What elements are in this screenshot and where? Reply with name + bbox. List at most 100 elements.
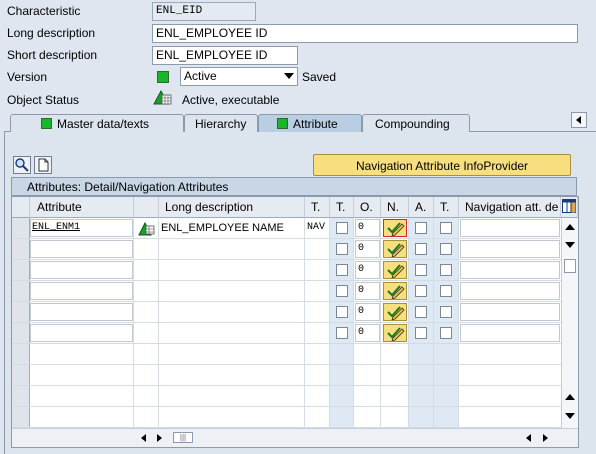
long-description-cell: ENL_EMPLOYEE NAME bbox=[161, 222, 284, 234]
time-dependent-checkbox[interactable] bbox=[336, 285, 348, 297]
scroll-left-icon[interactable] bbox=[141, 434, 146, 442]
authorization-checkbox[interactable] bbox=[415, 222, 427, 234]
column-header-long-description[interactable]: Long description bbox=[159, 197, 305, 218]
row-selector[interactable] bbox=[12, 323, 30, 343]
row-selector[interactable] bbox=[12, 386, 30, 406]
scroll-right-icon[interactable] bbox=[157, 434, 162, 442]
version-dropdown[interactable]: Active bbox=[180, 67, 298, 86]
scroll-left-icon[interactable] bbox=[526, 434, 531, 442]
tab-hierarchy[interactable]: Hierarchy bbox=[184, 114, 258, 132]
type-cell bbox=[305, 324, 330, 342]
order-input[interactable]: 0 bbox=[355, 219, 380, 237]
time-dependent-checkbox[interactable] bbox=[336, 327, 348, 339]
attribute-input[interactable] bbox=[30, 324, 133, 342]
column-header-order[interactable]: O. bbox=[354, 197, 381, 218]
blank-document-icon bbox=[38, 158, 49, 172]
attribute-input[interactable] bbox=[30, 303, 133, 321]
display-detail-button[interactable] bbox=[13, 156, 31, 174]
long-description-cell bbox=[159, 324, 304, 342]
order-input[interactable]: 0 bbox=[355, 282, 380, 300]
navigation-toggle-button[interactable] bbox=[383, 282, 407, 300]
navigation-toggle-button[interactable] bbox=[383, 324, 407, 342]
row-selector[interactable] bbox=[12, 239, 30, 259]
navigation-description-input[interactable] bbox=[460, 324, 560, 342]
time-dependent-checkbox[interactable] bbox=[336, 306, 348, 318]
row-selector[interactable] bbox=[12, 218, 30, 238]
column-header-type[interactable]: T. bbox=[305, 197, 330, 218]
tab-label: Hierarchy bbox=[195, 117, 247, 131]
column-header-navigation[interactable]: N. bbox=[381, 197, 409, 218]
authorization-checkbox[interactable] bbox=[415, 264, 427, 276]
attribute-input[interactable] bbox=[30, 282, 133, 300]
navigation-toggle-button[interactable] bbox=[383, 240, 407, 258]
select-all-header[interactable] bbox=[12, 197, 30, 218]
navigation-description-input[interactable] bbox=[460, 219, 560, 237]
text-checkbox[interactable] bbox=[440, 306, 452, 318]
scroll-page-down-icon[interactable] bbox=[565, 242, 575, 248]
tab-attribute[interactable]: Attribute bbox=[258, 114, 362, 132]
scroll-right-icon[interactable] bbox=[543, 434, 548, 442]
tab-label: Attribute bbox=[293, 117, 338, 131]
horizontal-scrollbar[interactable]: ||| bbox=[12, 428, 578, 447]
navigation-toggle-button[interactable] bbox=[383, 261, 407, 279]
navigation-attribute-infoprovider-button[interactable]: Navigation Attribute InfoProvider bbox=[313, 154, 571, 176]
authorization-checkbox[interactable] bbox=[415, 327, 427, 339]
vertical-scrollbar[interactable] bbox=[561, 218, 578, 428]
order-input[interactable]: 0 bbox=[355, 324, 380, 342]
row-selector[interactable] bbox=[12, 302, 30, 322]
characteristic-field[interactable]: ENL_EID bbox=[152, 2, 256, 21]
vertical-scroll-thumb[interactable] bbox=[564, 259, 576, 273]
executable-triangle-icon bbox=[138, 221, 155, 236]
time-dependent-checkbox[interactable] bbox=[336, 222, 348, 234]
row-selector[interactable] bbox=[12, 344, 30, 364]
text-checkbox[interactable] bbox=[440, 222, 452, 234]
authorization-checkbox[interactable] bbox=[415, 243, 427, 255]
text-checkbox[interactable] bbox=[440, 327, 452, 339]
column-header-navigation-attribute-description[interactable]: Navigation att. de bbox=[459, 197, 561, 218]
column-header-attribute[interactable]: Attribute bbox=[30, 197, 134, 218]
short-description-field[interactable]: ENL_EMPLOYEE ID bbox=[152, 46, 298, 65]
order-input[interactable]: 0 bbox=[355, 303, 380, 321]
time-dependent-checkbox[interactable] bbox=[336, 243, 348, 255]
text-checkbox[interactable] bbox=[440, 285, 452, 297]
tab-compounding[interactable]: Compounding bbox=[362, 114, 470, 132]
navigation-description-input[interactable] bbox=[460, 240, 560, 258]
row-selector[interactable] bbox=[12, 407, 30, 427]
column-config-button[interactable] bbox=[561, 197, 578, 218]
time-dependent-checkbox[interactable] bbox=[336, 264, 348, 276]
tab-master-data-texts[interactable]: Master data/texts bbox=[10, 114, 184, 132]
scroll-down-icon[interactable] bbox=[565, 413, 575, 419]
authorization-checkbox[interactable] bbox=[415, 285, 427, 297]
type-cell bbox=[305, 282, 330, 300]
long-description-cell bbox=[159, 261, 304, 279]
attribute-input[interactable] bbox=[30, 240, 133, 258]
column-header-text[interactable]: T. bbox=[434, 197, 459, 218]
tab-scroll-left-button[interactable] bbox=[571, 112, 587, 128]
text-checkbox[interactable] bbox=[440, 243, 452, 255]
horizontal-scroll-thumb[interactable]: ||| bbox=[173, 432, 193, 443]
row-selector[interactable] bbox=[12, 260, 30, 280]
text-checkbox[interactable] bbox=[440, 264, 452, 276]
table-row: ENL_ENM1 ENL_EMPLOYEE NAME NAV 0 bbox=[12, 218, 561, 239]
navigation-toggle-button[interactable] bbox=[383, 219, 407, 237]
column-header-time-dependent[interactable]: T. bbox=[330, 197, 354, 218]
chevron-down-icon[interactable] bbox=[284, 73, 294, 79]
scroll-page-up-icon[interactable] bbox=[565, 394, 575, 400]
create-new-button[interactable] bbox=[34, 156, 52, 174]
green-square-icon bbox=[41, 118, 52, 129]
attribute-input[interactable]: ENL_ENM1 bbox=[30, 219, 133, 237]
navigation-description-input[interactable] bbox=[460, 303, 560, 321]
row-selector[interactable] bbox=[12, 365, 30, 385]
long-description-field[interactable]: ENL_EMPLOYEE ID bbox=[152, 24, 578, 43]
navigation-description-input[interactable] bbox=[460, 282, 560, 300]
attributes-table: Attribute Long description T. T. O. N. A… bbox=[11, 196, 579, 448]
attribute-input[interactable] bbox=[30, 261, 133, 279]
scroll-up-icon[interactable] bbox=[565, 224, 575, 230]
column-header-authorization[interactable]: A. bbox=[409, 197, 434, 218]
row-selector[interactable] bbox=[12, 281, 30, 301]
order-input[interactable]: 0 bbox=[355, 240, 380, 258]
order-input[interactable]: 0 bbox=[355, 261, 380, 279]
navigation-description-input[interactable] bbox=[460, 261, 560, 279]
navigation-toggle-button[interactable] bbox=[383, 303, 407, 321]
authorization-checkbox[interactable] bbox=[415, 306, 427, 318]
